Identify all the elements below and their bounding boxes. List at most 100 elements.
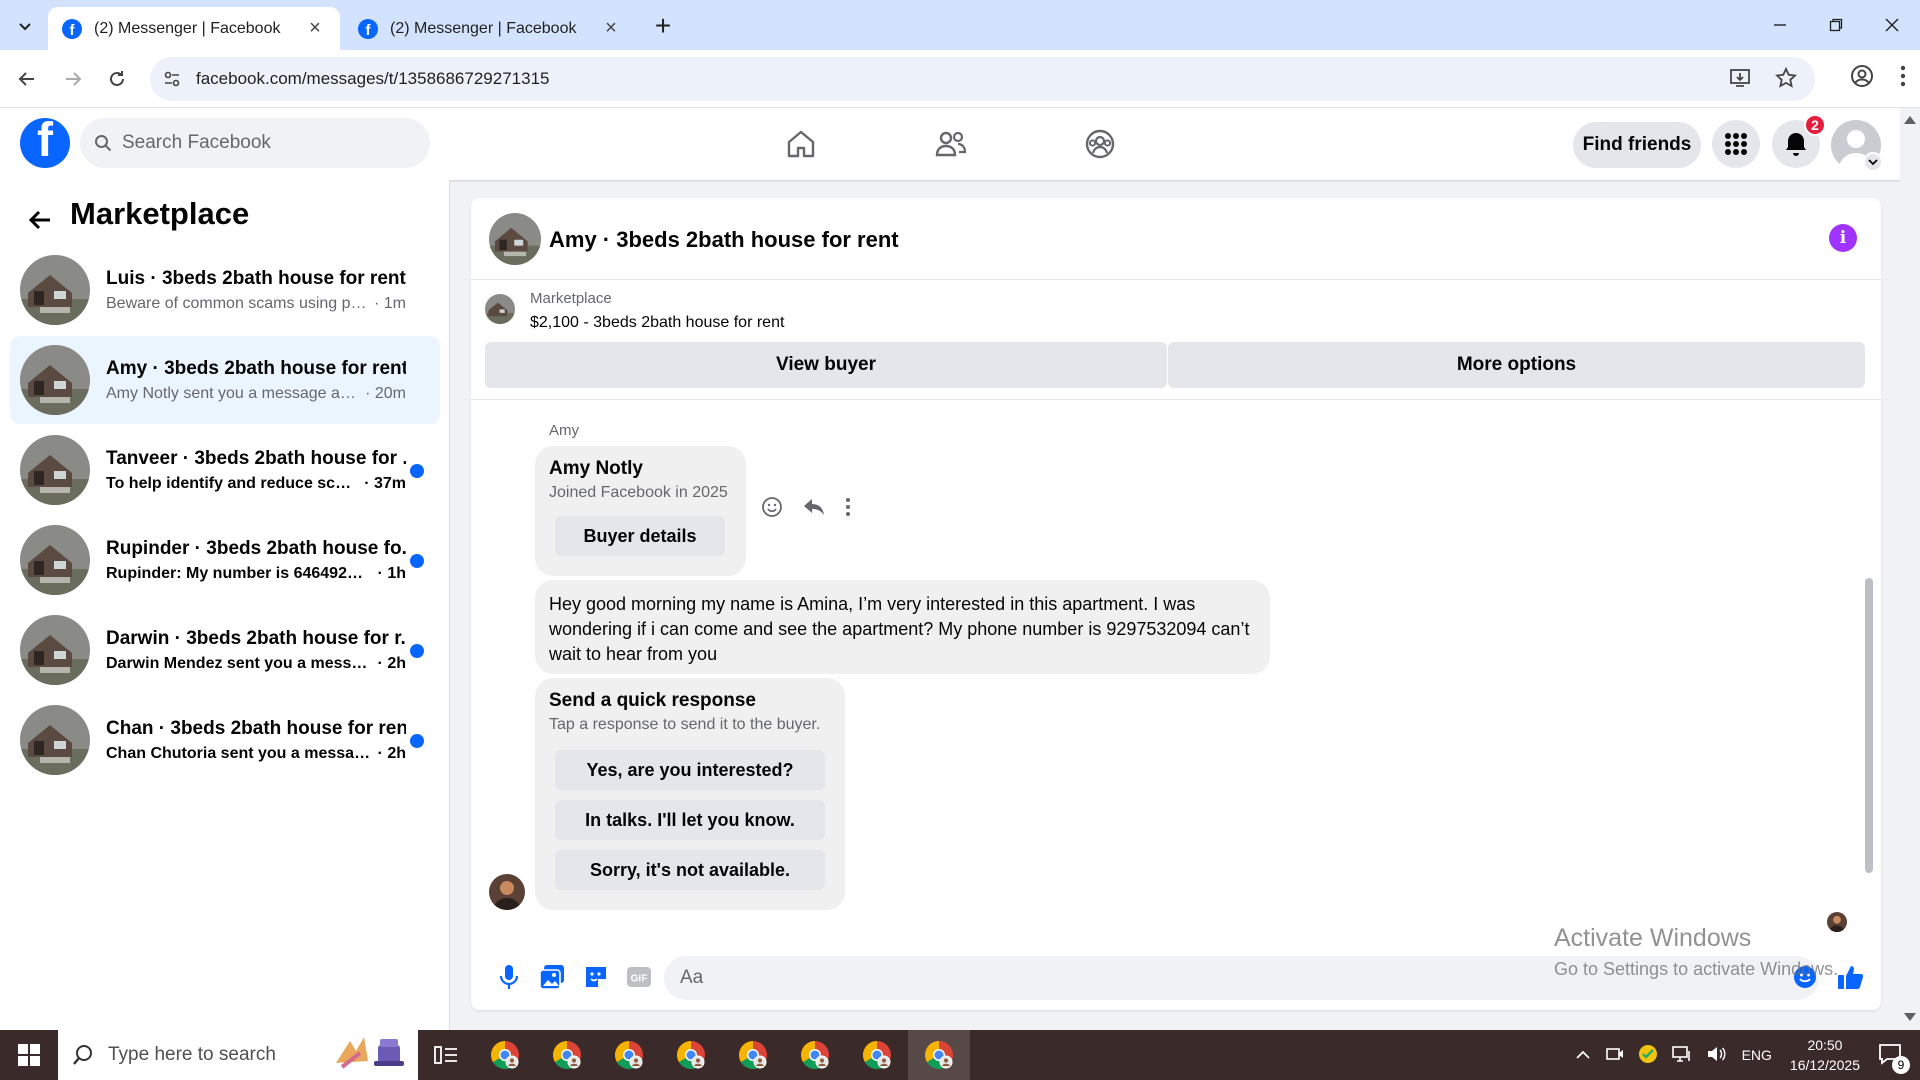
conversation-preview: Amy Notly sent you a message abo... — [106, 384, 360, 402]
action-center-button[interactable]: 9 — [1878, 1043, 1910, 1074]
conversation-item[interactable]: Rupinder · 3beds 2bath house fo... Rupind… — [10, 516, 440, 604]
more-options-button[interactable]: More options — [1168, 342, 1865, 388]
facebook-search[interactable] — [80, 118, 430, 168]
install-app-icon[interactable] — [1729, 67, 1751, 94]
conversation-item[interactable]: Amy · 3beds 2bath house for rent Amy Notl… — [10, 336, 440, 424]
chat-scrollbar[interactable] — [1863, 408, 1875, 933]
site-info-icon[interactable] — [150, 57, 194, 101]
conversation-item[interactable]: Tanveer · 3beds 2bath house for ... To he… — [10, 426, 440, 514]
facebook-logo-icon[interactable]: f — [20, 118, 70, 168]
network-icon[interactable] — [1671, 1045, 1692, 1066]
windows-taskbar: Type here to search ENG 20:50 16/12/2025 — [0, 1030, 1920, 1080]
home-nav-button[interactable] — [779, 122, 823, 166]
taskbar-search[interactable]: Type here to search — [58, 1030, 418, 1080]
browser-menu-icon[interactable] — [1900, 64, 1906, 93]
unread-dot — [410, 734, 424, 748]
react-emoji-icon[interactable] — [761, 496, 783, 523]
voice-clip-icon[interactable] — [495, 963, 523, 991]
notifications-button[interactable]: 2 — [1772, 114, 1826, 168]
friends-nav-button[interactable] — [929, 122, 973, 166]
conversation-info-icon[interactable]: i — [1829, 224, 1857, 252]
show-hidden-icons[interactable] — [1575, 1047, 1590, 1063]
reply-icon[interactable] — [803, 497, 825, 522]
listing-thumbnail[interactable] — [489, 213, 541, 265]
house-photo-icon — [485, 294, 515, 324]
chrome-icon — [925, 1041, 953, 1069]
account-caret[interactable] — [1863, 152, 1883, 172]
message-input-wrapper[interactable] — [664, 956, 1819, 1000]
unread-dot — [410, 464, 424, 478]
close-tab-icon[interactable]: × — [304, 17, 326, 40]
back-to-chats-button[interactable] — [22, 202, 58, 238]
bookmark-star-icon[interactable] — [1774, 66, 1798, 94]
buyer-message-bubble: Hey good morning my name is Amina, I’m v… — [535, 580, 1270, 674]
quick-response-option[interactable]: Sorry, it's not available. — [555, 850, 825, 890]
sidebar-title: Marketplace — [70, 196, 250, 231]
minimize-button[interactable] — [1752, 0, 1808, 50]
chrome-taskbar-icon[interactable] — [908, 1030, 970, 1080]
emoji-icon[interactable] — [1791, 963, 1819, 991]
chrome-taskbar-icon[interactable] — [722, 1030, 784, 1080]
page-scrollbar[interactable] — [1900, 108, 1920, 1030]
chrome-taskbar-icon[interactable] — [784, 1030, 846, 1080]
facebook-search-input[interactable] — [122, 132, 402, 154]
conversation-item[interactable]: Luis · 3beds 2bath house for rent Beware … — [10, 246, 440, 334]
buyer-avatar[interactable] — [489, 874, 525, 910]
chat-title[interactable]: Amy · 3beds 2bath house for rent — [549, 227, 899, 253]
conversation-name: Chan · 3beds 2bath house for rent — [106, 717, 406, 739]
listing-title[interactable]: $2,100 - 3beds 2bath house for rent — [530, 314, 784, 332]
url-text[interactable]: facebook.com/messages/t/1358686729271315 — [196, 69, 549, 89]
svg-text:GIF: GIF — [631, 974, 648, 985]
app-tray-icon[interactable] — [1638, 1044, 1658, 1067]
quick-response-option[interactable]: Yes, are you interested? — [555, 750, 825, 790]
conversation-name: Amy · 3beds 2bath house for rent — [106, 357, 406, 379]
quick-response-option[interactable]: In talks. I'll let you know. — [555, 800, 825, 840]
view-buyer-button[interactable]: View buyer — [485, 342, 1167, 388]
close-tab-icon[interactable]: × — [600, 17, 622, 40]
system-tray: ENG 20:50 16/12/2025 9 — [1575, 1030, 1920, 1080]
listing-thumbnail — [20, 345, 90, 415]
volume-icon[interactable] — [1706, 1045, 1726, 1066]
back-button[interactable] — [12, 64, 42, 94]
close-window-button[interactable] — [1864, 0, 1920, 50]
attach-photo-icon[interactable] — [538, 963, 566, 991]
message-input[interactable] — [680, 967, 1480, 989]
browser-tab-2[interactable]: f (2) Messenger | Facebook × — [344, 7, 636, 50]
chat-panel: Amy · 3beds 2bath house for rent i Marke… — [471, 198, 1881, 1010]
clock-time: 20:50 — [1807, 1037, 1843, 1053]
conversation-item[interactable]: Darwin · 3beds 2bath house for r... Darwi… — [10, 606, 440, 694]
chrome-taskbar-icon[interactable] — [846, 1030, 908, 1080]
meet-now-icon[interactable] — [1605, 1046, 1624, 1065]
chrome-taskbar-icon[interactable] — [660, 1030, 722, 1080]
restore-button[interactable] — [1808, 0, 1864, 50]
sticker-icon[interactable] — [582, 963, 610, 991]
profile-icon[interactable] — [1850, 64, 1874, 93]
tab-search-dropdown[interactable] — [10, 11, 40, 41]
find-friends-button[interactable]: Find friends — [1573, 122, 1701, 168]
chat-scrollbar-thumb[interactable] — [1865, 578, 1873, 873]
groups-nav-button[interactable] — [1078, 122, 1122, 166]
task-view-button[interactable] — [418, 1030, 474, 1080]
browser-tab-1[interactable]: f (2) Messenger | Facebook × — [48, 7, 340, 50]
taskbar-clock[interactable]: 20:50 16/12/2025 — [1790, 1035, 1860, 1075]
like-thumb-icon[interactable] — [1837, 963, 1865, 991]
seen-avatar-photo-icon — [1827, 912, 1847, 932]
more-actions-icon[interactable] — [845, 497, 851, 522]
scroll-up-icon[interactable] — [1904, 116, 1916, 124]
address-bar[interactable]: facebook.com/messages/t/1358686729271315 — [150, 57, 1815, 101]
conversation-item[interactable]: Chan · 3beds 2bath house for rent Chan Ch… — [10, 696, 440, 784]
scroll-down-icon[interactable] — [1904, 1013, 1916, 1021]
unread-dot — [410, 554, 424, 568]
chrome-taskbar-icon[interactable] — [536, 1030, 598, 1080]
reload-button[interactable] — [102, 64, 132, 94]
forward-button[interactable] — [58, 64, 88, 94]
menu-button[interactable] — [1712, 120, 1760, 168]
gif-icon[interactable]: GIF — [625, 963, 653, 991]
start-button[interactable] — [0, 1030, 58, 1080]
clock-date: 16/12/2025 — [1789, 1057, 1860, 1073]
input-language[interactable]: ENG — [1742, 1047, 1772, 1063]
new-tab-button[interactable]: + — [648, 10, 678, 41]
chrome-taskbar-icon[interactable] — [598, 1030, 660, 1080]
chrome-taskbar-icon[interactable] — [474, 1030, 536, 1080]
buyer-details-button[interactable]: Buyer details — [555, 516, 725, 556]
